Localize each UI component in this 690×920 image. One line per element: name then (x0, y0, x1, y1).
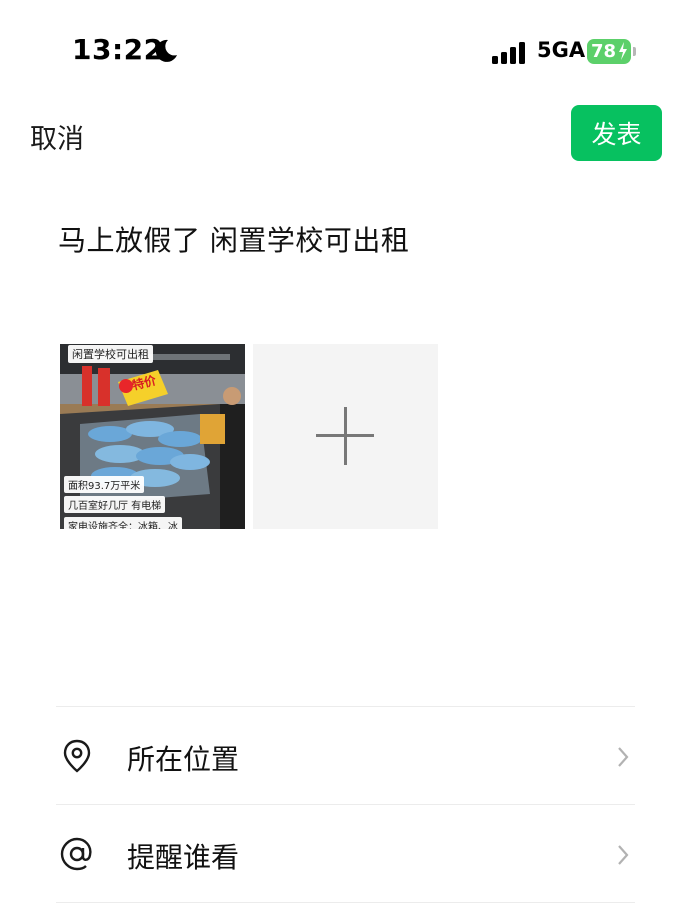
option-remind-label: 提醒谁看 (127, 841, 240, 874)
option-location-label: 所在位置 (127, 743, 240, 776)
plus-icon-vertical (344, 407, 347, 465)
divider (56, 706, 635, 707)
divider (56, 902, 635, 903)
option-remind[interactable]: 提醒谁看 (56, 806, 635, 902)
chevron-right-icon (618, 845, 629, 865)
at-sign-icon (60, 837, 92, 871)
divider (56, 804, 635, 805)
network-type: 5GA (537, 38, 586, 62)
publish-button[interactable]: 发表 (571, 105, 662, 161)
add-image-button[interactable] (253, 344, 438, 529)
thumbnail-area-text: 面积93.7万平米 (64, 476, 145, 493)
image-thumbnail[interactable]: 闲置学校可出租 特价 面积93.7万平米 几百室好几厅 有电梯 家电设施齐全：冰… (60, 344, 245, 529)
battery-level: 78 (591, 41, 617, 62)
post-text[interactable]: 马上放假了 闲置学校可出租 (58, 219, 409, 259)
status-bar: 13:22 5GA 78 (0, 0, 690, 100)
thumbnail-title: 闲置学校可出租 (68, 345, 153, 363)
signal-strength-icon (492, 42, 528, 64)
thumbnail-rooms-text: 几百室好几厅 有电梯 (64, 496, 166, 513)
moon-icon (155, 39, 177, 62)
option-location[interactable]: 所在位置 (56, 708, 635, 804)
chevron-right-icon (618, 747, 629, 767)
battery-tip (633, 47, 636, 56)
battery-icon: 78 (587, 39, 631, 64)
status-time: 13:22 (72, 33, 164, 66)
location-pin-icon (63, 739, 91, 773)
charging-bolt-icon (619, 42, 627, 60)
thumbnail-appliances-text: 家电设施齐全：冰箱、冰 (64, 517, 182, 529)
cancel-button[interactable]: 取消 (30, 117, 84, 156)
